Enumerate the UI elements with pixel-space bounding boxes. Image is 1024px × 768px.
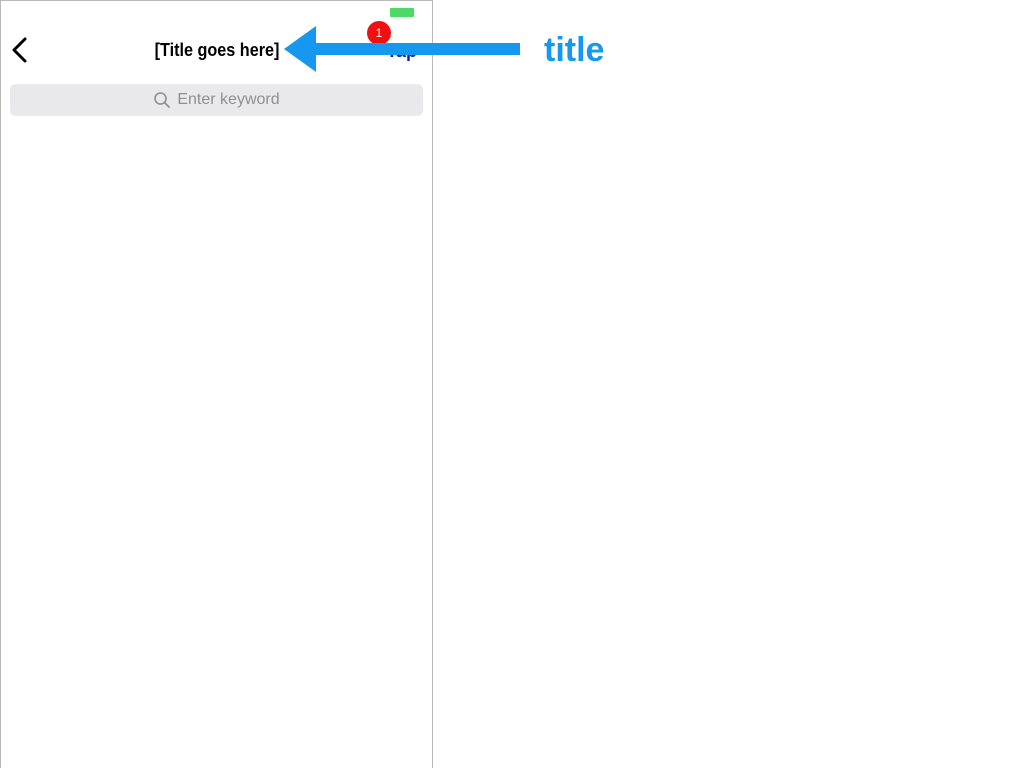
back-button[interactable] (9, 35, 33, 65)
chevron-left-icon (12, 37, 27, 63)
search-content: Enter keyword (10, 84, 423, 116)
arrow-left-icon (284, 26, 520, 72)
battery-indicator (390, 8, 414, 17)
phone-screen: [Title goes here] Tap 1 Enter keyword (0, 0, 433, 768)
search-icon (153, 91, 171, 109)
search-bar[interactable]: Enter keyword (10, 84, 423, 116)
annotation-label: title (544, 31, 605, 69)
search-input[interactable]: Enter keyword (177, 91, 279, 109)
canvas: [Title goes here] Tap 1 Enter keyword ti… (0, 0, 1024, 768)
